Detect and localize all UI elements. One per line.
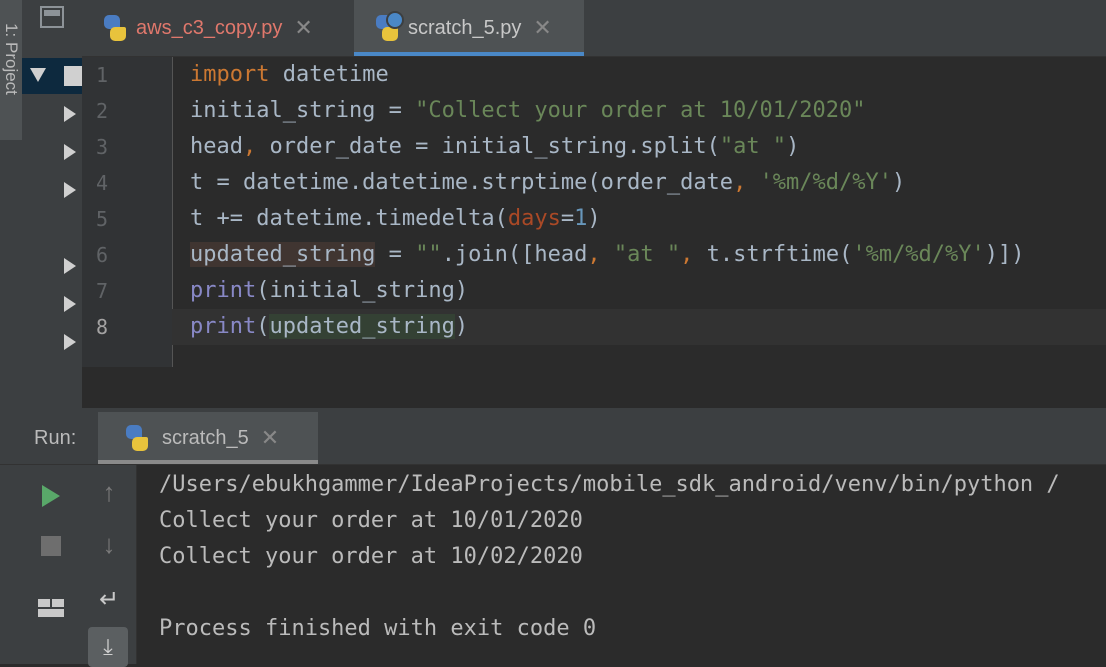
code-line-4: t = datetime.datetime.strptime(order_dat… bbox=[190, 170, 906, 195]
arrow-up-icon[interactable]: ↑ bbox=[82, 477, 136, 508]
code-line-5: t += datetime.timedelta(days=1) bbox=[190, 206, 601, 231]
close-icon[interactable]: ✕ bbox=[533, 15, 551, 41]
console-line: Process finished with exit code 0 bbox=[159, 616, 597, 641]
python-file-icon bbox=[102, 15, 128, 41]
tab-label: aws_c3_copy.py bbox=[136, 16, 283, 39]
code-line-6: updated_string = "".join([head, "at ", t… bbox=[190, 242, 1025, 267]
line-number: 4 bbox=[95, 171, 108, 195]
project-tool-tab[interactable]: 1: Project bbox=[0, 0, 22, 140]
run-panel-label: Run: bbox=[34, 427, 77, 449]
run-tab-scratch-5[interactable]: scratch_5 ✕ bbox=[98, 412, 318, 464]
current-line-number: 8 bbox=[95, 315, 108, 339]
tree-collapsed-arrow-icon[interactable] bbox=[64, 144, 76, 160]
code-line-7: print(initial_string) bbox=[190, 278, 469, 303]
tree-collapsed-arrow-icon[interactable] bbox=[64, 106, 76, 122]
run-panel-header: Run: scratch_5 ✕ bbox=[0, 412, 1106, 465]
run-toolbar-primary bbox=[22, 465, 82, 664]
tab-label: scratch_5.py bbox=[408, 16, 522, 39]
console-line: Collect your order at 10/02/2020 bbox=[159, 544, 583, 569]
active-tab-indicator bbox=[354, 52, 584, 56]
tool-window-strip: 1: Project bbox=[0, 0, 23, 664]
console-line: /Users/ebukhgammer/IdeaProjects/mobile_s… bbox=[159, 472, 1060, 497]
line-number: 7 bbox=[95, 279, 108, 303]
tree-collapsed-arrow-icon[interactable] bbox=[64, 258, 76, 274]
code-line-8: print(updated_string) bbox=[190, 314, 469, 339]
run-console-output[interactable]: /Users/ebukhgammer/IdeaProjects/mobile_s… bbox=[137, 465, 1106, 664]
run-toolbar-secondary: ↑ ↓ ↵ ⤓ bbox=[82, 465, 137, 667]
active-tab-indicator bbox=[98, 460, 318, 464]
python-scratch-icon bbox=[374, 11, 404, 41]
close-icon[interactable]: ✕ bbox=[294, 15, 312, 41]
line-number: 1 bbox=[95, 63, 108, 87]
arrow-down-icon[interactable]: ↓ bbox=[82, 529, 136, 560]
line-number: 6 bbox=[95, 243, 108, 267]
restore-layout-icon[interactable] bbox=[38, 599, 64, 617]
tree-collapsed-arrow-icon[interactable] bbox=[64, 296, 76, 312]
line-number-gutter: 1 2 3 4 5 6 7 8 bbox=[82, 57, 173, 367]
tab-aws-c3-copy[interactable]: aws_c3_copy.py ✕ bbox=[102, 0, 313, 56]
editor-tab-bar: aws_c3_copy.py ✕ scratch_5.py ✕ bbox=[82, 0, 1106, 57]
line-number: 2 bbox=[95, 99, 108, 123]
soft-wrap-icon[interactable]: ↵ bbox=[82, 585, 136, 614]
project-tool-tab-label: 1: Project bbox=[2, 23, 21, 95]
run-tab-label: scratch_5 bbox=[162, 426, 249, 449]
tree-collapsed-arrow-icon[interactable] bbox=[64, 182, 76, 198]
scroll-to-end-icon[interactable]: ⤓ bbox=[88, 627, 128, 667]
code-line-1: import datetime bbox=[190, 62, 389, 87]
console-line: Collect your order at 10/01/2020 bbox=[159, 508, 583, 533]
stop-icon[interactable] bbox=[41, 536, 61, 556]
python-file-icon bbox=[124, 425, 150, 451]
code-editor[interactable]: 1 2 3 4 5 6 7 8 import datetime initial_… bbox=[82, 57, 1106, 408]
line-number: 5 bbox=[95, 207, 108, 231]
project-tree-panel bbox=[22, 0, 83, 408]
close-icon[interactable]: ✕ bbox=[261, 425, 279, 451]
line-number: 3 bbox=[95, 135, 108, 159]
project-window-icon[interactable] bbox=[40, 6, 64, 28]
tab-scratch-5[interactable]: scratch_5.py ✕ bbox=[354, 0, 584, 56]
code-line-3: head, order_date = initial_string.split(… bbox=[190, 134, 800, 159]
tree-collapsed-arrow-icon[interactable] bbox=[64, 334, 76, 350]
tree-expanded-arrow-icon[interactable] bbox=[30, 68, 46, 82]
play-icon[interactable] bbox=[42, 485, 60, 507]
code-line-2: initial_string = "Collect your order at … bbox=[190, 98, 866, 123]
folder-icon bbox=[64, 66, 82, 86]
